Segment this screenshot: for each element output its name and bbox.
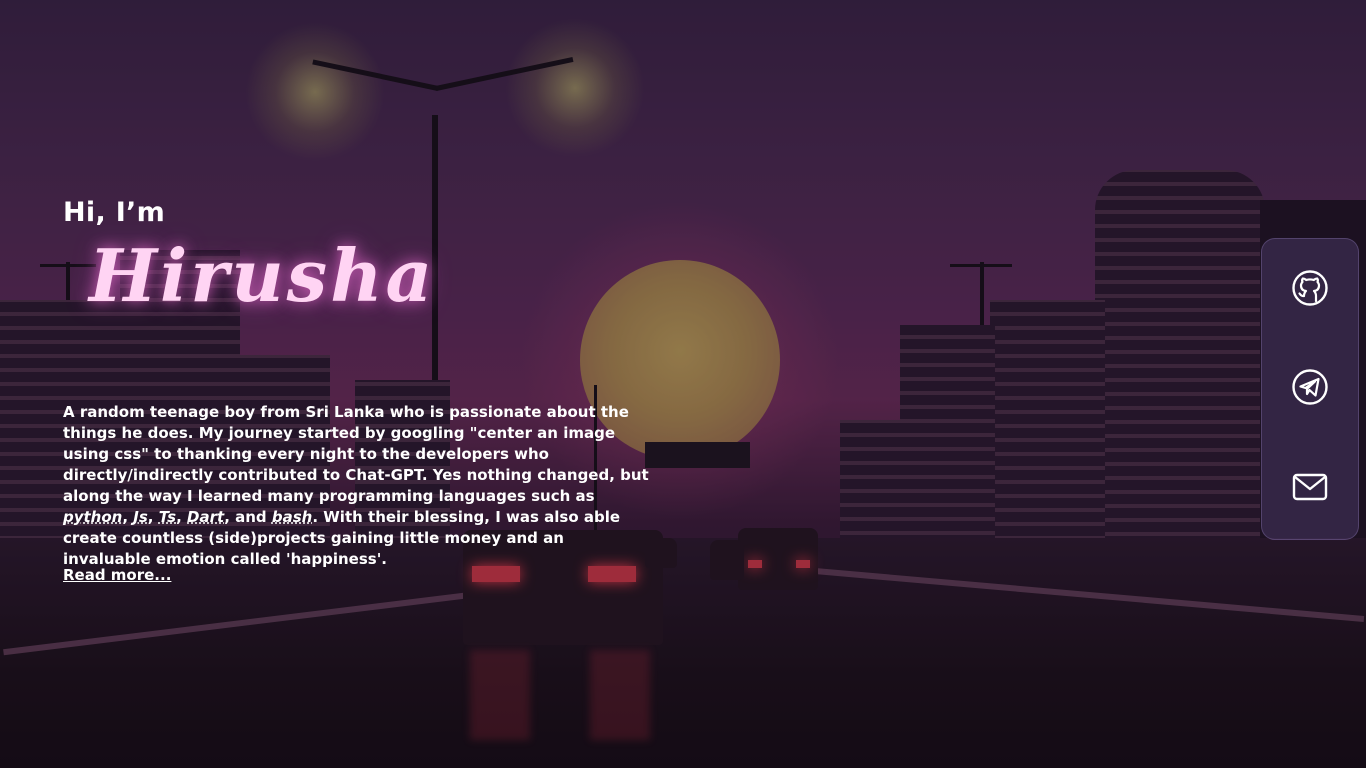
hero-name: Hirusha xyxy=(89,233,436,318)
background-scene xyxy=(0,0,1366,768)
hero-section: Hi, I’m Hirusha xyxy=(63,195,653,321)
bio-separator: , xyxy=(176,508,188,526)
greeting: Hi, I’m xyxy=(63,197,166,228)
bio-paragraph: A random teenage boy from Sri Lanka who … xyxy=(63,402,653,570)
language-ts: Ts xyxy=(158,508,177,526)
language-js: Js xyxy=(133,508,148,526)
github-icon xyxy=(1292,270,1328,306)
email-link[interactable] xyxy=(1291,468,1329,506)
github-link[interactable] xyxy=(1291,269,1329,307)
bio-separator: , xyxy=(147,508,159,526)
language-dart: Dart xyxy=(187,508,225,526)
bio-separator: , xyxy=(122,508,134,526)
language-python: python xyxy=(63,508,123,526)
social-links-panel xyxy=(1261,238,1359,540)
telegram-icon xyxy=(1292,369,1328,405)
language-bash: bash xyxy=(271,508,313,526)
read-more-link[interactable]: Read more... xyxy=(63,566,171,584)
bio-text: A random teenage boy from Sri Lanka who … xyxy=(63,403,649,505)
telegram-link[interactable] xyxy=(1291,368,1329,406)
dim-overlay xyxy=(0,0,1366,768)
mail-icon xyxy=(1292,473,1328,501)
bio-separator: , and xyxy=(224,508,272,526)
